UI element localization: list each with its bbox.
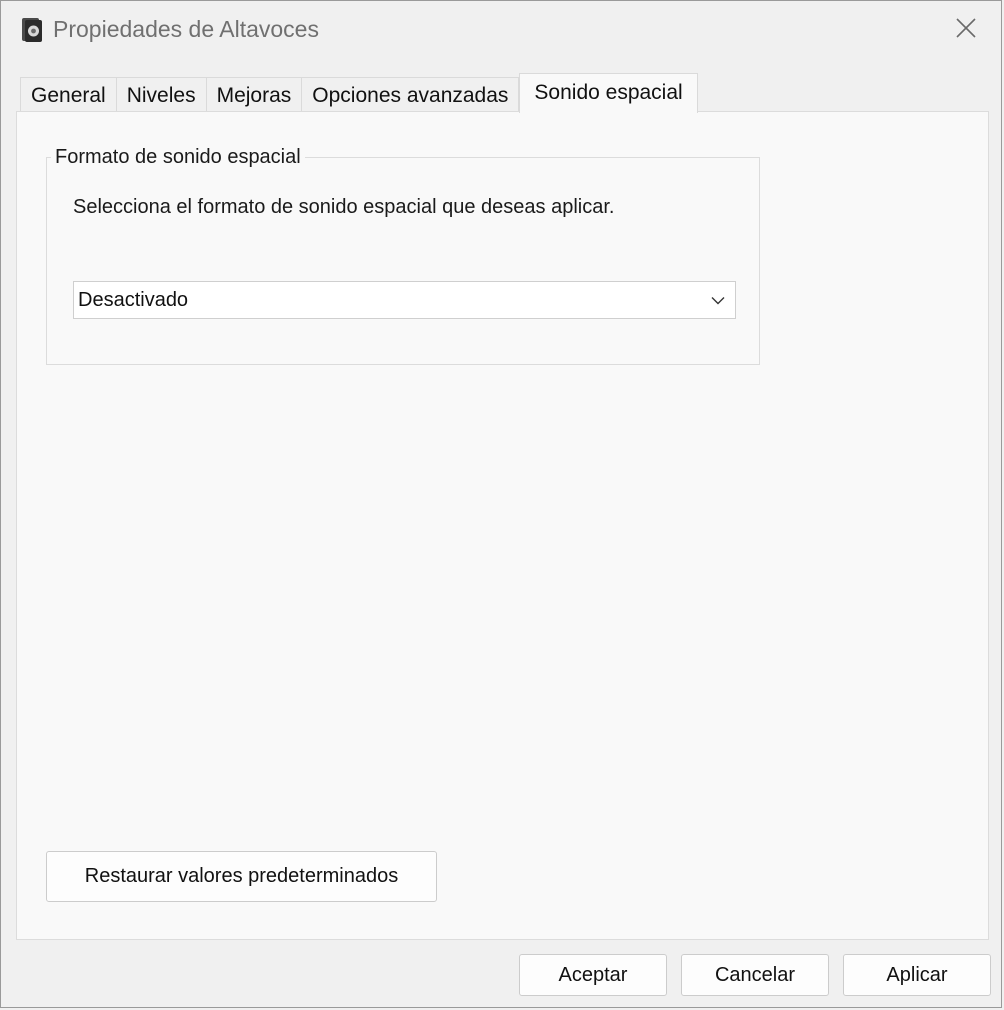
tab-panel-sonido-espacial: Formato de sonido espacial Selecciona el… (16, 111, 989, 940)
tab-strip: General Niveles Mejoras Opciones avanzad… (20, 73, 698, 113)
close-icon (955, 17, 977, 44)
chevron-down-icon (701, 282, 735, 318)
window-title: Propiedades de Altavoces (53, 16, 319, 42)
tab-niveles[interactable]: Niveles (115, 77, 207, 113)
ok-button[interactable]: Aceptar (519, 954, 667, 996)
cancel-button[interactable]: Cancelar (681, 954, 829, 996)
spatial-format-dropdown[interactable]: Desactivado (73, 281, 736, 319)
apply-button[interactable]: Aplicar (843, 954, 991, 996)
speaker-icon (21, 17, 43, 43)
tab-sonido-espacial[interactable]: Sonido espacial (519, 73, 698, 113)
group-title: Formato de sonido espacial (51, 146, 305, 169)
dropdown-value: Desactivado (78, 288, 189, 311)
spatial-format-group: Formato de sonido espacial Selecciona el… (46, 146, 760, 365)
group-description: Selecciona el formato de sonido espacial… (73, 196, 615, 218)
speaker-properties-dialog: Propiedades de Altavoces General Niveles… (0, 0, 1002, 1008)
tab-opciones-avanzadas[interactable]: Opciones avanzadas (301, 77, 520, 113)
title-bar: Propiedades de Altavoces (1, 1, 1001, 63)
close-button[interactable] (943, 7, 989, 53)
restore-defaults-button[interactable]: Restaurar valores predeterminados (46, 851, 437, 902)
tab-mejoras[interactable]: Mejoras (205, 77, 303, 113)
tab-general[interactable]: General (20, 77, 117, 113)
